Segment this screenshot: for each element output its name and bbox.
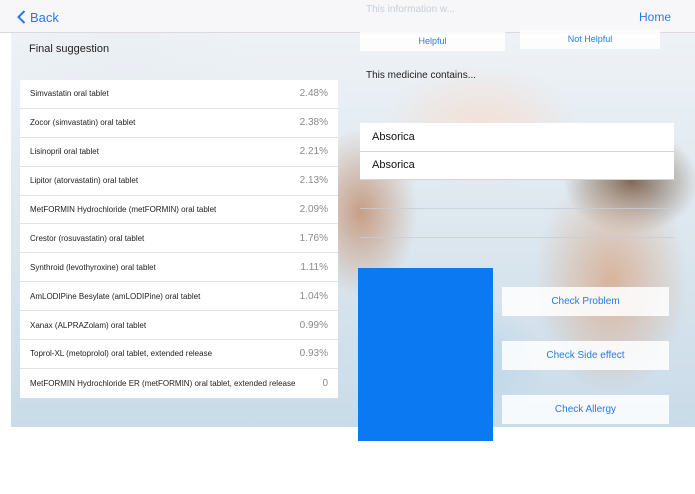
match-percent: 0 [322, 377, 328, 389]
blue-panel [358, 268, 493, 441]
suggestion-row[interactable]: Synthroid (levothyroxine) oral tablet 1.1… [20, 253, 338, 283]
drug-name: Simvastatin oral tablet [30, 89, 109, 99]
match-percent: 2.13% [299, 175, 328, 187]
match-percent: 1.76% [299, 232, 328, 244]
drug-name: Crestor (rosuvastatin) oral tablet [30, 233, 145, 243]
ingredient-item: Absorica [360, 152, 674, 180]
drug-name: Toprol-XL (metoprolol) oral tablet, exte… [30, 349, 213, 359]
drug-name: Xanax (ALPRAZolam) oral tablet [30, 320, 147, 330]
match-percent: 1.04% [299, 290, 328, 302]
suggestion-row[interactable]: AmLODIPine Besylate (amLODIPine) oral ta… [20, 282, 338, 312]
suggestion-row[interactable]: Zocor (simvastatin) oral tablet 2.38% [20, 109, 338, 138]
empty-ingredient-rows [360, 180, 674, 238]
back-button[interactable]: Back [17, 8, 59, 26]
match-percent: 2.21% [299, 146, 328, 158]
drug-name: MetFORMIN Hydrochloride ER (metFORMIN) o… [30, 378, 296, 388]
top-hint-text: This information w... [366, 4, 455, 15]
match-percent: 2.48% [299, 88, 328, 100]
back-label: Back [30, 9, 59, 25]
divider [360, 209, 674, 238]
suggestion-row[interactable]: Lipitor (atorvastatin) oral tablet 2.13% [20, 167, 338, 196]
drug-name: Synthroid (levothyroxine) oral tablet [30, 262, 156, 272]
divider [360, 180, 674, 209]
not-helpful-button[interactable]: Not Helpful [520, 30, 660, 49]
ingredient-list: Absorica Absorica [360, 123, 674, 180]
ingredient-item: Absorica [360, 123, 674, 152]
check-problem-button[interactable]: Check Problem [502, 287, 669, 316]
match-percent: 2.09% [299, 204, 328, 215]
navigation-bar: Back This information w... Home [0, 0, 695, 33]
suggestion-list: Simvastatin oral tablet 2.48% Zocor (simva… [20, 80, 338, 398]
suggestion-row[interactable]: Xanax (ALPRAZolam) oral tablet 0.99% [20, 311, 338, 341]
match-percent: 0.99% [299, 319, 328, 331]
suggestion-title: Final suggestion [29, 43, 110, 55]
app-screen: Back This information w... Home Final su… [0, 0, 695, 494]
drug-name: Lipitor (atorvastatin) oral tablet [30, 176, 139, 186]
check-side-effect-button[interactable]: Check Side effect [502, 341, 669, 370]
suggestion-row[interactable]: Simvastatin oral tablet 2.48% [20, 80, 338, 109]
suggestion-row[interactable]: Crestor (rosuvastatin) oral tablet 1.76% [20, 224, 338, 254]
suggestion-row[interactable]: MetFORMIN Hydrochloride ER (metFORMIN) o… [20, 369, 338, 398]
drug-name: AmLODIPine Besylate (amLODIPine) oral ta… [30, 291, 201, 301]
match-percent: 2.38% [299, 117, 328, 129]
suggestion-row[interactable]: MetFORMIN Hydrochloride (metFORMIN) oral… [20, 196, 338, 225]
match-percent: 1.11% [300, 261, 328, 273]
contains-label: This medicine contains... [366, 70, 477, 81]
drug-name: MetFORMIN Hydrochloride (metFORMIN) oral… [30, 205, 217, 214]
match-percent: 0.93% [299, 348, 328, 360]
check-allergy-button[interactable]: Check Allergy [502, 395, 669, 424]
chevron-left-icon [17, 10, 26, 24]
drug-name: Zocor (simvastatin) oral tablet [30, 118, 136, 128]
helpful-button[interactable]: Helpful [360, 32, 505, 51]
suggestion-row[interactable]: Lisinopril oral tablet 2.21% [20, 138, 338, 167]
home-button[interactable]: Home [639, 10, 671, 24]
suggestion-row[interactable]: Toprol-XL (metoprolol) oral tablet, exte… [20, 340, 338, 369]
drug-name: Lisinopril oral tablet [30, 147, 99, 157]
